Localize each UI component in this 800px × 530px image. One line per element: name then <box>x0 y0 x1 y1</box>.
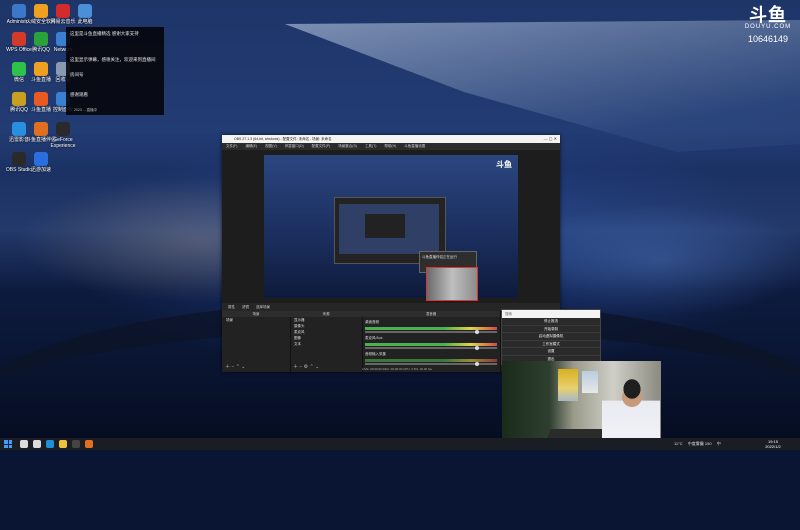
app-icon <box>12 122 26 136</box>
app-icon <box>12 32 26 46</box>
menu-item[interactable]: 帮助(H) <box>384 144 396 148</box>
ime-indicator[interactable]: 中 <box>717 441 721 446</box>
app-icon <box>34 122 48 136</box>
desktop-icon-label: GeForce Experience <box>50 137 76 149</box>
menu-item[interactable]: 停靠窗口(D) <box>285 144 304 148</box>
app-icon <box>56 122 70 136</box>
taskbar-clock[interactable]: 19:15 2022/1/2 <box>758 439 788 449</box>
source-tools-icon[interactable]: ＋ − ⚙ ⌃ ⌄ <box>293 363 319 370</box>
mixer-header: 混音器 <box>362 311 500 317</box>
tab-filters[interactable]: 滤镜 <box>242 305 249 309</box>
app-icon <box>12 92 26 106</box>
scene-item[interactable]: 场景 <box>222 317 290 323</box>
app-icon <box>12 4 26 18</box>
windows-start-icon[interactable] <box>4 440 12 448</box>
weather-desc[interactable]: 中度雾霾 150 <box>688 441 712 446</box>
mixer-channel-name: 桌面音频 <box>365 320 379 324</box>
desktop-icon[interactable]: 此电脑 <box>70 4 100 25</box>
app-icon <box>34 62 48 76</box>
app-icon <box>56 4 70 18</box>
menu-item[interactable]: 斗鱼直播设置 <box>404 144 425 148</box>
webcam-overlay <box>502 361 661 450</box>
desktop-icon[interactable]: GeForce Experience <box>48 122 78 149</box>
menu-item[interactable]: 场景集合(S) <box>338 144 357 148</box>
notification-line: 感谢观看 <box>70 92 88 97</box>
desktop-icon-label: 此电脑 <box>77 19 93 25</box>
explorer-icon[interactable] <box>59 440 67 448</box>
douyu-icon[interactable] <box>85 440 93 448</box>
volume-slider[interactable] <box>365 362 497 366</box>
window-controls-icon[interactable]: — ▢ ✕ <box>544 135 557 143</box>
desktop-icon-label: 迅游加速 <box>30 167 51 173</box>
system-tray: 11°C 中度雾霾 150 中 <box>674 438 725 450</box>
clock-date: 2022/1/2 <box>765 444 781 449</box>
notification-line: 这里是斗鱼直播精选 感谢大家支持 <box>70 31 139 36</box>
douyu-brand: DOUYU.COM <box>744 24 792 30</box>
app-icon <box>12 62 26 76</box>
wall-poster <box>558 369 578 401</box>
app-icon <box>12 152 26 166</box>
app-icon <box>34 152 48 166</box>
room-id: 10646149 <box>747 34 789 44</box>
douyu-watermark: 斗鱼 DOUYU.COM 10646149 <box>742 6 794 44</box>
obs-menubar: 文件(F) 编辑(E) 视图(V) 停靠窗口(D) 配置文件(P) 场景集合(S… <box>222 143 560 150</box>
menu-item-virtual-camera[interactable]: 启动虚拟摄像机 <box>502 333 600 341</box>
menu-item[interactable]: 编辑(E) <box>245 144 257 148</box>
sources-dock: 来源 显示器 摄像头 麦克风 图像 文本 ＋ − ⚙ ⌃ ⌄ <box>290 311 363 372</box>
menu-item-studio-mode[interactable]: 工作室模式 <box>502 341 600 348</box>
app-icon <box>78 4 92 18</box>
scene-tools-icon[interactable]: ＋ − ⌃ ⌄ <box>225 363 245 370</box>
volume-slider[interactable] <box>365 346 497 350</box>
menu-search-input[interactable]: 搜索 <box>502 310 600 318</box>
notification-status: 2023 ... 直播中 <box>74 108 98 112</box>
task-view-icon[interactable] <box>33 440 41 448</box>
obs-title: OBS 27.1.3 (64-bit, windows) - 配置文件: 未命名… <box>234 137 332 141</box>
menu-item-settings[interactable]: 设置 <box>502 348 600 356</box>
menu-item-start-recording[interactable]: 开始录制 <box>502 326 600 333</box>
menu-item[interactable]: 文件(F) <box>226 144 237 148</box>
taskbar: 11°C 中度雾霾 150 中 19:15 2022/1/2 <box>0 438 800 450</box>
douyu-logo: 斗鱼 <box>749 5 787 25</box>
notification-panel: 这里是斗鱼直播精选 感谢大家支持 这里显示弹幕，感谢关注，欢迎来到直播间 房间号… <box>66 27 164 115</box>
mixer-channel-name: 音频输入采集 <box>365 352 386 356</box>
menu-item[interactable]: 工具(T) <box>365 144 376 148</box>
app-icon <box>34 32 48 46</box>
volume-slider[interactable] <box>365 330 497 334</box>
desktop-icon[interactable]: 迅游加速 <box>26 152 56 173</box>
app-icon <box>34 92 48 106</box>
menu-item[interactable]: 配置文件(P) <box>312 144 331 148</box>
edge-icon[interactable] <box>46 440 54 448</box>
obs-icon[interactable] <box>72 440 80 448</box>
menu-item-stop-stream[interactable]: 停止推流 <box>502 318 600 326</box>
controls-menu: 搜索 停止推流 开始录制 启动虚拟摄像机 工作室模式 设置 退出 <box>501 309 601 365</box>
search-icon[interactable] <box>20 440 28 448</box>
notification-line: 这里显示弹幕，感谢关注，欢迎来到直播间 <box>70 57 156 62</box>
obs-preview[interactable]: 斗鱼 斗鱼直播伴侣正在运行 <box>264 155 518 301</box>
obs-statusbar: LIVE: 00:00:00 REC: 00:00:00 CPU: 3.5%, … <box>362 367 433 371</box>
weather-temp[interactable]: 11°C <box>674 441 683 446</box>
app-icon <box>34 4 48 18</box>
tab-select-scene[interactable]: 选择场景 <box>256 305 270 309</box>
wall-poster <box>582 371 598 393</box>
douyu-logo: 斗鱼 <box>496 160 512 169</box>
scenes-dock: 场景 场景 ＋ − ⌃ ⌄ <box>222 311 291 372</box>
notification-line: 房间号 <box>70 72 84 77</box>
obs-titlebar[interactable]: OBS 27.1.3 (64-bit, windows) - 配置文件: 未命名… <box>222 135 560 143</box>
audio-mixer-dock: 混音器 桌面音频 麦克风/Aux 音频输入采集 <box>362 311 501 372</box>
webcam-source-preview[interactable] <box>426 267 478 301</box>
mixer-channel-name: 麦克风/Aux <box>365 336 383 340</box>
menu-item[interactable]: 视图(V) <box>265 144 277 148</box>
tab-properties[interactable]: 属性 <box>228 305 235 309</box>
nested-window <box>365 214 405 238</box>
source-item[interactable]: 文本 <box>290 341 362 347</box>
